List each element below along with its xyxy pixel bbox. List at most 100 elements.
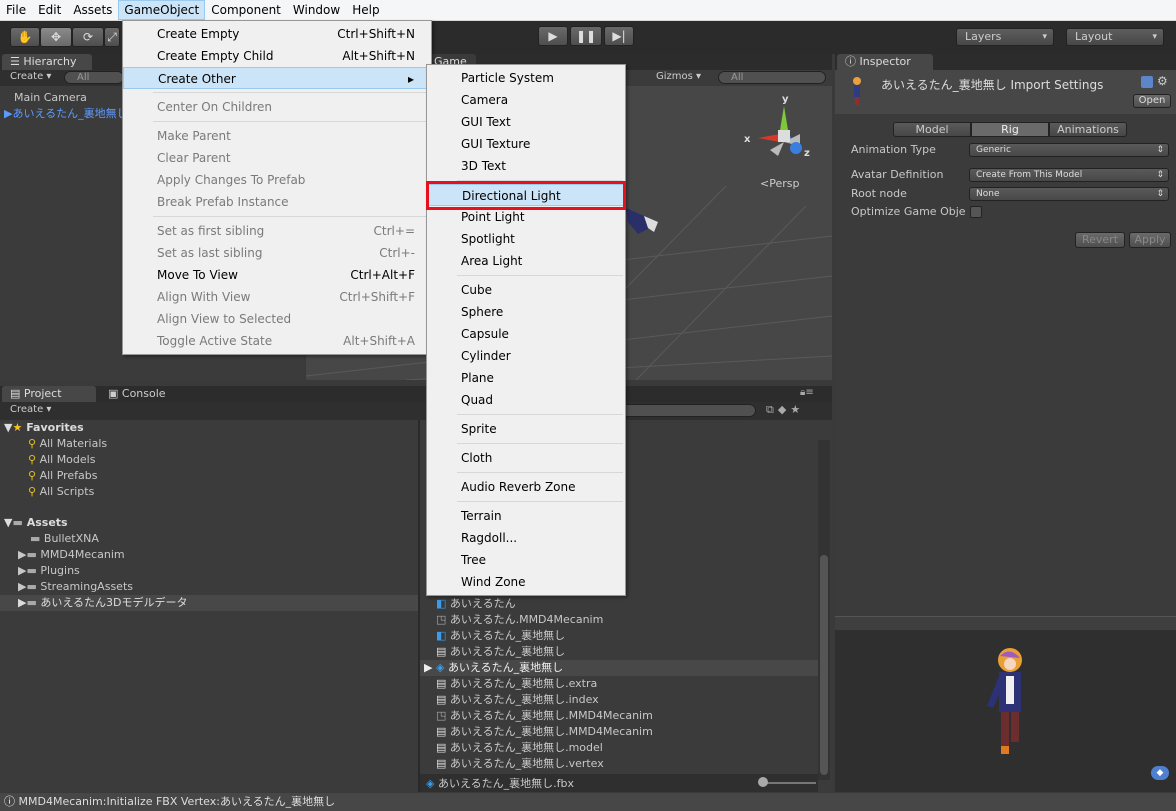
menu-component[interactable]: Component (205, 0, 287, 20)
menu-item-gui-text[interactable]: GUI Text (427, 111, 625, 133)
step-button[interactable]: ▶| (604, 26, 634, 46)
move-tool-button[interactable]: ✥ (40, 27, 72, 47)
menu-item-terrain[interactable]: Terrain (427, 505, 625, 527)
menu-item-quad[interactable]: Quad (427, 389, 625, 411)
lock-icon[interactable]: 🔒︎≡ (800, 387, 814, 398)
menu-item-wind-zone[interactable]: Wind Zone (427, 571, 625, 593)
hand-tool-button[interactable]: ✋ (10, 27, 40, 47)
apply-button[interactable]: Apply (1129, 232, 1171, 248)
file-item[interactable]: ◧ あいえるたん (436, 596, 516, 612)
menu-item-area-light[interactable]: Area Light (427, 250, 625, 272)
folder-bulletxna[interactable]: ▬ BulletXNA (4, 531, 418, 547)
file-item-selected[interactable]: ▶ ◈ あいえるたん_裏地無し (424, 660, 563, 676)
folder-streamingassets[interactable]: ▶▬ StreamingAssets (4, 579, 418, 595)
menu-file[interactable]: File (0, 0, 32, 20)
menu-item-particle-system[interactable]: Particle System (427, 67, 625, 89)
folder-plugins[interactable]: ▶▬ Plugins (4, 563, 418, 579)
menu-item-sphere[interactable]: Sphere (427, 301, 625, 323)
file-item[interactable]: ▤ あいえるたん_裏地無し.extra (436, 676, 597, 692)
menu-item-audio-reverb-zone[interactable]: Audio Reverb Zone (427, 476, 625, 498)
menu-item-set-last-sibling[interactable]: Set as last sibling Ctrl+- (123, 242, 431, 264)
menu-item-capsule[interactable]: Capsule (427, 323, 625, 345)
menu-item-toggle-active-state[interactable]: Toggle Active State Alt+Shift+A (123, 330, 431, 352)
layers-dropdown[interactable]: Layers (956, 28, 1054, 46)
file-item[interactable]: ▤ あいえるたん_裏地無し.model (436, 740, 603, 756)
orientation-gizmo-icon[interactable] (740, 94, 820, 174)
menu-item-cube[interactable]: Cube (427, 279, 625, 301)
play-button[interactable]: ▶ (538, 26, 568, 46)
favorite-all-materials[interactable]: ⚲ All Materials (4, 436, 418, 452)
menu-item-create-empty-child[interactable]: Create Empty Child Alt+Shift+N (123, 45, 431, 67)
menu-gameobject[interactable]: GameObject (118, 0, 206, 20)
menu-item-camera[interactable]: Camera (427, 89, 625, 111)
favorite-all-models[interactable]: ⚲ All Models (4, 452, 418, 468)
animation-type-dropdown[interactable]: Generic (969, 143, 1169, 157)
menu-item-move-to-view[interactable]: Move To View Ctrl+Alt+F (123, 264, 431, 286)
file-item[interactable]: ▤ あいえるたん_裏地無し.vertex (436, 756, 604, 772)
pause-button[interactable]: ❚❚ (570, 26, 602, 46)
project-create-dropdown[interactable]: Create ▾ (6, 403, 55, 416)
menu-item-make-parent[interactable]: Make Parent (123, 125, 431, 147)
hierarchy-create-dropdown[interactable]: Create ▾ (6, 70, 55, 83)
hierarchy-search-input[interactable]: All (64, 71, 124, 84)
project-splitter[interactable] (418, 420, 420, 792)
rotate-tool-button[interactable]: ⟳ (72, 27, 104, 47)
scale-tool-button[interactable]: ⤢ (104, 27, 120, 47)
model-preview[interactable]: ◆ (835, 630, 1176, 792)
menu-item-sprite[interactable]: Sprite (427, 418, 625, 440)
menu-item-align-with-view[interactable]: Align With View Ctrl+Shift+F (123, 286, 431, 308)
folder-model-data[interactable]: ▶▬ あいえるたん3Dモデルデータ (0, 595, 418, 611)
revert-button[interactable]: Revert (1075, 232, 1125, 248)
gizmos-dropdown[interactable]: Gizmos ▾ (652, 70, 705, 83)
project-scrollbar[interactable] (818, 440, 830, 780)
menu-item-break-prefab-instance[interactable]: Break Prefab Instance (123, 191, 431, 213)
scene-search-input[interactable]: All (718, 71, 826, 84)
menu-item-apply-changes-to-prefab[interactable]: Apply Changes To Prefab (123, 169, 431, 191)
menu-item-ragdoll[interactable]: Ragdoll... (427, 527, 625, 549)
menu-item-gui-texture[interactable]: GUI Texture (427, 133, 625, 155)
favorites-header[interactable]: ▼★ Favorites (4, 420, 418, 436)
menu-item-align-view-to-selected[interactable]: Align View to Selected (123, 308, 431, 330)
menu-item-cloth[interactable]: Cloth (427, 447, 625, 469)
menu-item-plane[interactable]: Plane (427, 367, 625, 389)
menu-item-tree[interactable]: Tree (427, 549, 625, 571)
menu-edit[interactable]: Edit (32, 0, 67, 20)
character-model-partial[interactable] (624, 204, 664, 240)
project-search-input[interactable] (620, 404, 756, 417)
layout-dropdown[interactable]: Layout (1066, 28, 1164, 46)
tab-project[interactable]: ▤ Project (2, 386, 96, 402)
menu-window[interactable]: Window (287, 0, 346, 20)
menu-item-3d-text[interactable]: 3D Text (427, 155, 625, 177)
root-node-dropdown[interactable]: None (969, 187, 1169, 201)
file-item[interactable]: ◳ あいえるたん_裏地無し.MMD4Mecanim (436, 708, 653, 724)
optimize-game-objects-checkbox[interactable] (970, 206, 982, 218)
file-item[interactable]: ◧ あいえるたん_裏地無し (436, 628, 565, 644)
project-scroll-thumb[interactable] (820, 555, 828, 775)
tab-console[interactable]: ▣ Console (108, 387, 166, 400)
menu-item-spotlight[interactable]: Spotlight (427, 228, 625, 250)
menu-item-create-other[interactable]: Create Other ▸ (123, 67, 431, 89)
zoom-slider-handle[interactable] (758, 777, 768, 787)
asset-label-icon[interactable]: ◆ (1151, 766, 1169, 780)
file-item[interactable]: ▤ あいえるたん_裏地無し (436, 644, 565, 660)
folder-mmd4mecanim[interactable]: ▶▬ MMD4Mecanim (4, 547, 418, 563)
preview-divider[interactable] (835, 616, 1176, 630)
avatar-definition-dropdown[interactable]: Create From This Model (969, 168, 1169, 182)
tab-hierarchy[interactable]: ☰ Hierarchy (2, 54, 92, 70)
hierarchy-item-model[interactable]: ▶あいえるたん_裏地無し (4, 106, 128, 122)
file-item[interactable]: ◳ あいえるたん.MMD4Mecanim (436, 612, 603, 628)
help-icon[interactable] (1141, 76, 1153, 88)
menu-item-set-first-sibling[interactable]: Set as first sibling Ctrl+= (123, 220, 431, 242)
menu-assets[interactable]: Assets (67, 0, 118, 20)
menu-item-create-empty[interactable]: Create Empty Ctrl+Shift+N (123, 23, 431, 45)
tab-animations[interactable]: Animations (1049, 122, 1127, 137)
gear-icon[interactable]: ⚙ (1157, 74, 1168, 88)
tab-inspector[interactable]: ⓘ Inspector (837, 54, 933, 70)
assets-header[interactable]: ▼▬ Assets (4, 515, 418, 531)
filter-icons[interactable]: ⧉◆★ (766, 403, 804, 417)
file-item[interactable]: ▤ あいえるたん_裏地無し.MMD4Mecanim (436, 724, 653, 740)
menu-item-cylinder[interactable]: Cylinder (427, 345, 625, 367)
favorite-all-prefabs[interactable]: ⚲ All Prefabs (4, 468, 418, 484)
tab-model[interactable]: Model (893, 122, 971, 137)
tab-rig[interactable]: Rig (971, 122, 1049, 137)
